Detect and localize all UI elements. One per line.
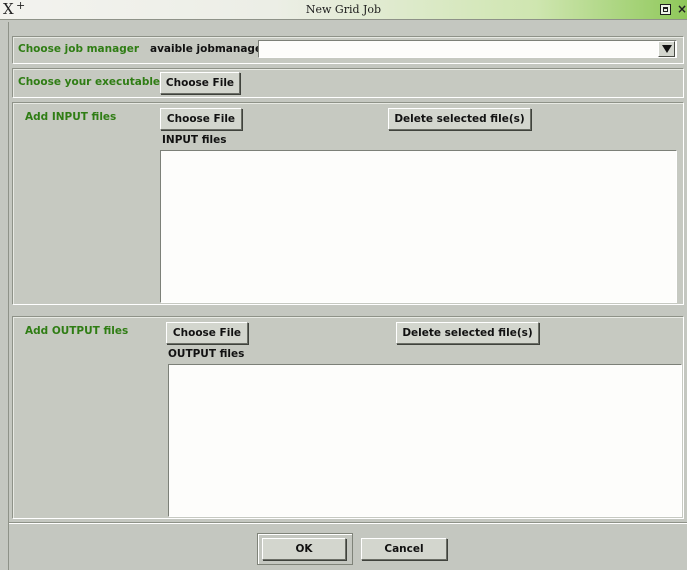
jobmanager-panel: Choose job manager avaible jobmanager bbox=[12, 36, 684, 64]
output-choose-file-button[interactable]: Choose File bbox=[166, 322, 248, 344]
dropdown-arrow-button[interactable] bbox=[658, 41, 675, 57]
cancel-button[interactable]: Cancel bbox=[361, 538, 447, 560]
maximize-icon[interactable] bbox=[660, 4, 671, 15]
executable-panel: Choose your executable Choose File bbox=[12, 68, 684, 98]
input-choose-file-button[interactable]: Choose File bbox=[160, 108, 242, 130]
dialog-body: Choose job manager avaible jobmanager Ch… bbox=[8, 22, 687, 570]
input-files-list-label: INPUT files bbox=[162, 134, 227, 146]
ok-button[interactable]: OK bbox=[262, 538, 346, 560]
window-titlebar[interactable]: X + New Grid Job × bbox=[0, 0, 687, 20]
output-files-panel: Add OUTPUT files Choose File Delete sele… bbox=[12, 316, 684, 519]
footer-separator bbox=[9, 522, 687, 523]
jobmanager-field-label: avaible jobmanager bbox=[150, 43, 268, 55]
input-delete-selected-button[interactable]: Delete selected file(s) bbox=[388, 108, 531, 130]
window-title: New Grid Job bbox=[305, 3, 382, 16]
ok-button-focus-ring: OK bbox=[257, 533, 353, 565]
executable-choose-file-button[interactable]: Choose File bbox=[160, 72, 240, 94]
output-files-list-label: OUTPUT files bbox=[168, 348, 245, 360]
output-section-label: Add OUTPUT files bbox=[25, 325, 129, 337]
input-files-panel: Add INPUT files Choose File Delete selec… bbox=[12, 102, 684, 305]
close-icon[interactable]: × bbox=[677, 1, 687, 17]
executable-section-label: Choose your executable bbox=[18, 76, 161, 88]
output-files-list[interactable] bbox=[168, 364, 682, 517]
input-files-list[interactable] bbox=[160, 150, 677, 303]
output-delete-selected-button[interactable]: Delete selected file(s) bbox=[396, 322, 539, 344]
triangle-down-icon bbox=[661, 45, 672, 53]
jobmanager-select[interactable] bbox=[258, 40, 677, 58]
input-section-label: Add INPUT files bbox=[25, 111, 117, 123]
jobmanager-section-label: Choose job manager bbox=[18, 43, 140, 55]
